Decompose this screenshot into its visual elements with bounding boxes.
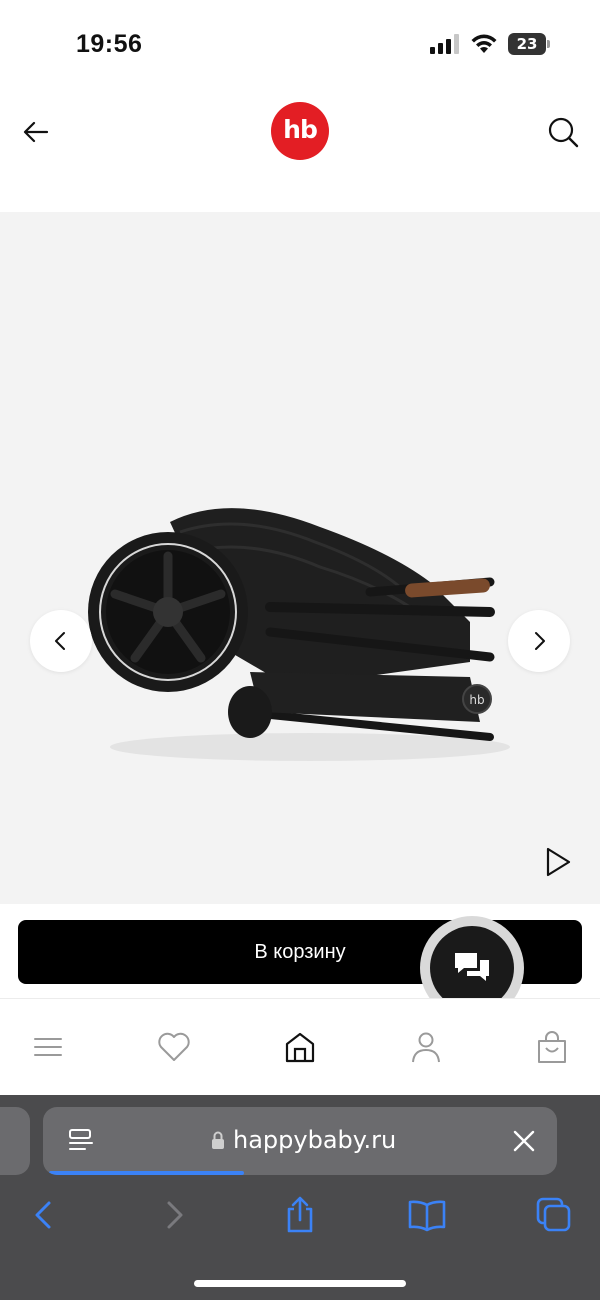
previous-tab[interactable]	[0, 1107, 30, 1175]
chevron-left-icon	[55, 632, 65, 650]
page-load-progress	[49, 1171, 244, 1175]
browser-bookmarks-button[interactable]	[407, 1195, 447, 1235]
chat-bubbles-icon	[455, 953, 489, 981]
home-icon	[285, 1032, 315, 1063]
back-arrow-icon[interactable]	[20, 116, 52, 148]
bottom-navigation	[0, 999, 600, 1095]
browser-forward-button[interactable]	[154, 1195, 194, 1235]
chevron-right-icon	[535, 632, 545, 650]
back-icon	[35, 1201, 51, 1229]
gallery-next-button[interactable]	[508, 610, 570, 672]
status-time: 19:56	[76, 30, 143, 58]
search-icon[interactable]	[546, 115, 580, 149]
nav-item-cart[interactable]	[534, 1029, 570, 1065]
stroller-image: hb	[88, 508, 510, 761]
brand-logo[interactable]: hb	[271, 102, 329, 160]
battery-level: 23	[516, 35, 538, 53]
svg-text:hb: hb	[469, 693, 484, 707]
bookmarks-icon	[408, 1200, 446, 1232]
nav-item-profile[interactable]	[408, 1029, 444, 1065]
status-bar: 19:56 23	[0, 0, 600, 90]
wifi-icon	[471, 34, 497, 53]
user-icon	[412, 1032, 440, 1063]
nav-item-favorites[interactable]	[156, 1029, 192, 1065]
close-icon[interactable]	[513, 1130, 535, 1152]
page-menu-icon[interactable]	[67, 1127, 95, 1155]
nav-item-menu[interactable]	[30, 1029, 66, 1065]
product-gallery[interactable]: hb	[0, 212, 600, 904]
battery-icon: 23	[508, 33, 550, 55]
tabs-icon	[536, 1197, 571, 1232]
browser-tabs-button[interactable]	[534, 1195, 574, 1235]
url-text: happybaby.ru	[233, 1126, 397, 1154]
forward-icon	[167, 1201, 183, 1229]
site-header: hb	[0, 90, 600, 180]
address-bar[interactable]: happybaby.ru	[43, 1107, 557, 1175]
browser-share-button[interactable]	[280, 1195, 320, 1235]
shopping-bag-icon	[538, 1031, 566, 1063]
hamburger-menu-icon	[34, 1038, 62, 1056]
play-icon[interactable]	[544, 846, 572, 878]
heart-icon	[158, 1032, 190, 1061]
signal-icon	[430, 34, 459, 54]
nav-item-home[interactable]	[282, 1029, 318, 1065]
share-icon	[287, 1196, 313, 1233]
lock-icon	[212, 1131, 224, 1149]
browser-toolbar: happybaby.ru	[0, 1095, 600, 1300]
gallery-prev-button[interactable]	[30, 610, 92, 672]
home-indicator	[194, 1280, 406, 1287]
browser-back-button[interactable]	[24, 1195, 64, 1235]
